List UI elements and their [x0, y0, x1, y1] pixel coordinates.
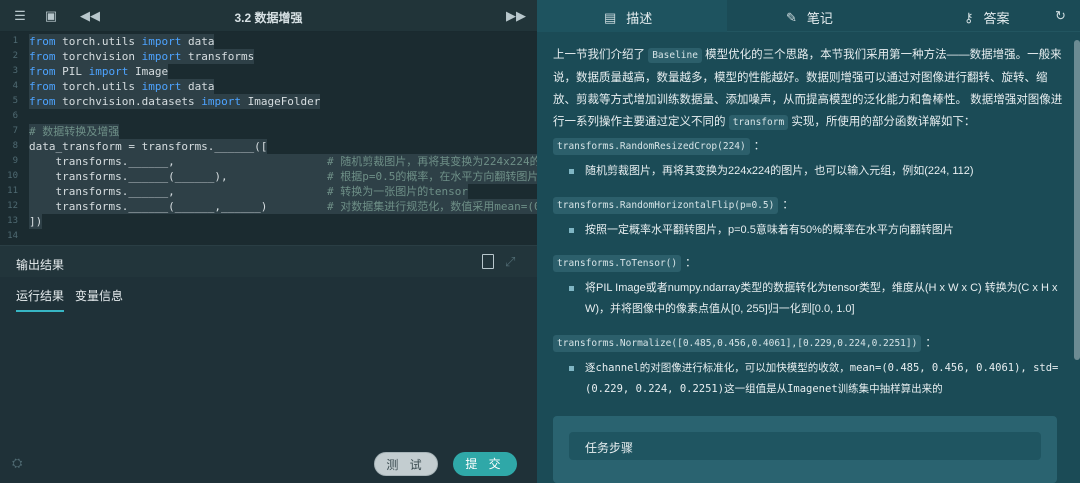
- app-root: ☰ ▣ ◀◀ 3.2 数据增强 ▶▶ 1 from torch.utils imp…: [0, 0, 1080, 483]
- refresh-icon: ↻: [1055, 8, 1066, 23]
- code-text: transforms.______, # 随机剪裁图片，再将其变换为224x22…: [29, 154, 537, 169]
- tab-answer-label: 答案: [983, 11, 1010, 26]
- code-text: # 数据转换及增强: [29, 124, 120, 139]
- func-desc: 逐channel的对图像进行标准化，可以加快模型的收敛，mean=(0.485,…: [553, 358, 1063, 400]
- func-desc: 随机剪裁图片，再将其变换为224x224的图片，也可以输入元组，例如(224, …: [553, 161, 1063, 182]
- intro-text-3: 实现，所使用的部分函数详解如下：: [791, 116, 976, 128]
- code-text: from PIL import Image: [29, 64, 169, 79]
- tab-answer[interactable]: ⚷ 答案: [964, 8, 1010, 27]
- line-number: 4: [12, 81, 18, 91]
- code-text: transforms.______(______,______) # 对数据集进…: [29, 199, 537, 214]
- line-number: 12: [7, 201, 18, 211]
- code-text: data_transform = transforms.______([: [29, 139, 268, 154]
- line-number: 7: [12, 126, 18, 136]
- network-icon[interactable]: ⛭: [12, 455, 22, 471]
- lesson-title: 3.2 数据增强: [234, 11, 303, 25]
- output-body: 运行结果 变量信息: [0, 277, 537, 443]
- code-text: from torchvision import transforms: [29, 49, 255, 64]
- func-desc: 按照一定概率水平翻转图片，p=0.5意味着有50%的概率在水平方向翻转图片: [553, 220, 1063, 241]
- edit-icon: ✎: [786, 9, 797, 25]
- right-tabs: ▤ 描述 ✎ 笔记 ⚷ 答案 ↻: [537, 0, 1080, 32]
- line-number: 9: [12, 156, 18, 166]
- refresh-button[interactable]: ↻: [1055, 8, 1076, 24]
- inline-code-transform: transform: [728, 115, 789, 130]
- line-number: 8: [12, 141, 18, 151]
- inline-code-baseline: Baseline: [648, 48, 702, 63]
- scrollbar[interactable]: [1074, 40, 1080, 360]
- document-icon: ▤: [604, 9, 617, 25]
- code-text: transforms.______, # 转换为一张图片的tensor: [29, 184, 468, 199]
- func-item: transforms.Normalize([0.485,0.456,0.4061…: [553, 333, 1063, 400]
- file-icon[interactable]: [482, 254, 494, 269]
- tab-notes-label: 笔记: [806, 11, 833, 26]
- tab-description-label: 描述: [626, 11, 653, 26]
- editor-panel: ☰ ▣ ◀◀ 3.2 数据增强 ▶▶ 1 from torch.utils imp…: [0, 0, 537, 483]
- func-name: transforms.RandomResizedCrop(224): [553, 138, 750, 155]
- editor-topbar: ☰ ▣ ◀◀ 3.2 数据增强 ▶▶: [0, 0, 537, 32]
- func-item: transforms.RandomHorizontalFlip(p=0.5)： …: [553, 195, 1063, 241]
- output-title: 输出结果: [16, 258, 65, 272]
- next-icon[interactable]: ▶▶: [506, 8, 526, 24]
- output-header: 输出结果 ⤢: [0, 245, 537, 277]
- line-number: 13: [7, 216, 18, 226]
- intro-paragraph: 上一节我们介绍了 Baseline 模型优化的三个思路，本节我们采用第一种方法—…: [553, 44, 1063, 134]
- code-editor[interactable]: 1 from torch.utils import data 2 from torch…: [0, 32, 537, 245]
- line-number: 14: [7, 231, 18, 241]
- line-number: 6: [12, 111, 18, 121]
- func-desc: 将PIL Image或者numpy.ndarray类型的数据转化为tensor类…: [553, 278, 1063, 320]
- tab-notes[interactable]: ✎ 笔记: [786, 8, 833, 27]
- code-text: from torch.utils import data: [29, 79, 215, 94]
- code-text: transforms.______(______), # 根据p=0.5的概率，…: [29, 169, 537, 184]
- editor-bottombar: ⛭ 测 试 提 交: [0, 443, 537, 483]
- line-number: 5: [12, 96, 18, 106]
- code-text: from torchvision.datasets import ImageFo…: [29, 94, 321, 109]
- task-header[interactable]: 任务步骤: [569, 432, 1041, 460]
- func-name: transforms.Normalize([0.485,0.456,0.4061…: [553, 335, 922, 352]
- intro-text-1: 上一节我们介绍了: [553, 49, 645, 61]
- test-button[interactable]: 测 试: [374, 452, 438, 476]
- tab-variables[interactable]: 变量信息: [75, 287, 123, 310]
- func-item: transforms.RandomResizedCrop(224)： 随机剪裁图…: [553, 136, 1063, 182]
- line-number: 2: [12, 51, 18, 61]
- code-text: ]): [29, 214, 43, 229]
- code-text: from torch.utils import data: [29, 34, 215, 49]
- func-name: transforms.ToTensor(): [553, 255, 682, 272]
- line-number: 11: [7, 186, 18, 196]
- line-number: 10: [7, 171, 18, 181]
- tab-description[interactable]: ▤ 描述: [604, 8, 652, 27]
- line-number: 1: [12, 36, 18, 46]
- func-item: transforms.ToTensor()： 将PIL Image或者numpy…: [553, 253, 1063, 320]
- task-title: 任务步骤: [585, 441, 634, 455]
- expand-icon[interactable]: ⤢: [505, 254, 515, 270]
- task-card: 任务步骤: [553, 416, 1057, 483]
- description-panel: ▤ 描述 ✎ 笔记 ⚷ 答案 ↻ 上一节我们介绍了 Baseline 模型优化的…: [537, 0, 1080, 483]
- submit-button[interactable]: 提 交: [453, 452, 517, 476]
- func-name: transforms.RandomHorizontalFlip(p=0.5): [553, 197, 779, 214]
- line-number: 3: [12, 66, 18, 76]
- key-icon: ⚷: [964, 9, 974, 25]
- tab-run-result[interactable]: 运行结果: [16, 287, 65, 312]
